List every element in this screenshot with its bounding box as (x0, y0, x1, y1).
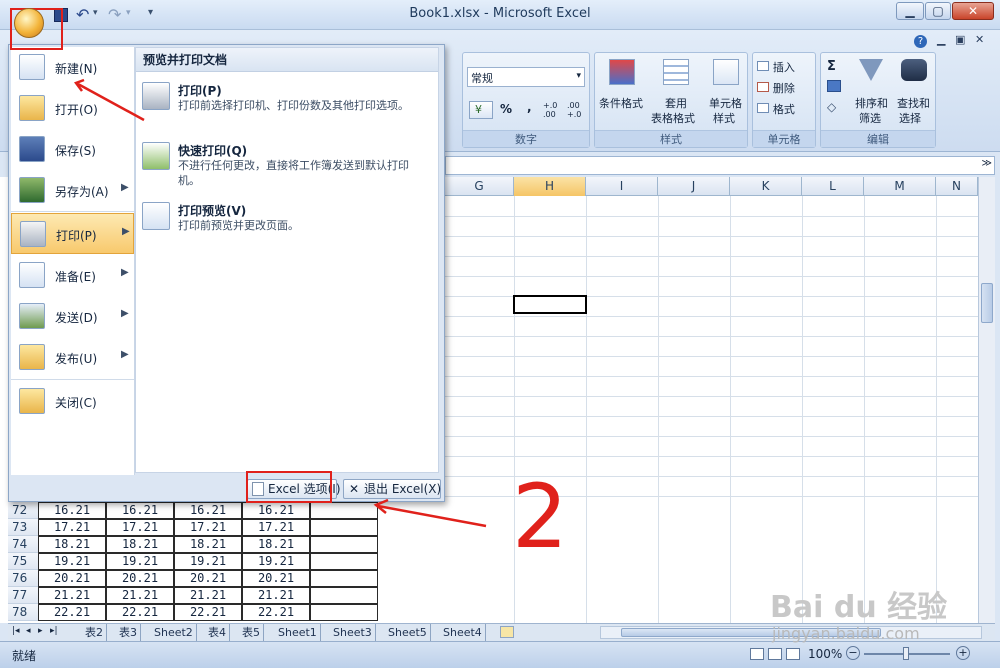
annotation-arrow-1 (77, 82, 145, 122)
annotation-arrows (73, 78, 487, 528)
annotation-arrow-2 (377, 504, 487, 528)
office-button[interactable] (14, 8, 44, 38)
annotation-step-number: 2 (512, 465, 568, 568)
baidu-watermark: Bai du 经验 (770, 590, 948, 625)
watermark-url: jingyan.baidu.com (772, 624, 920, 643)
